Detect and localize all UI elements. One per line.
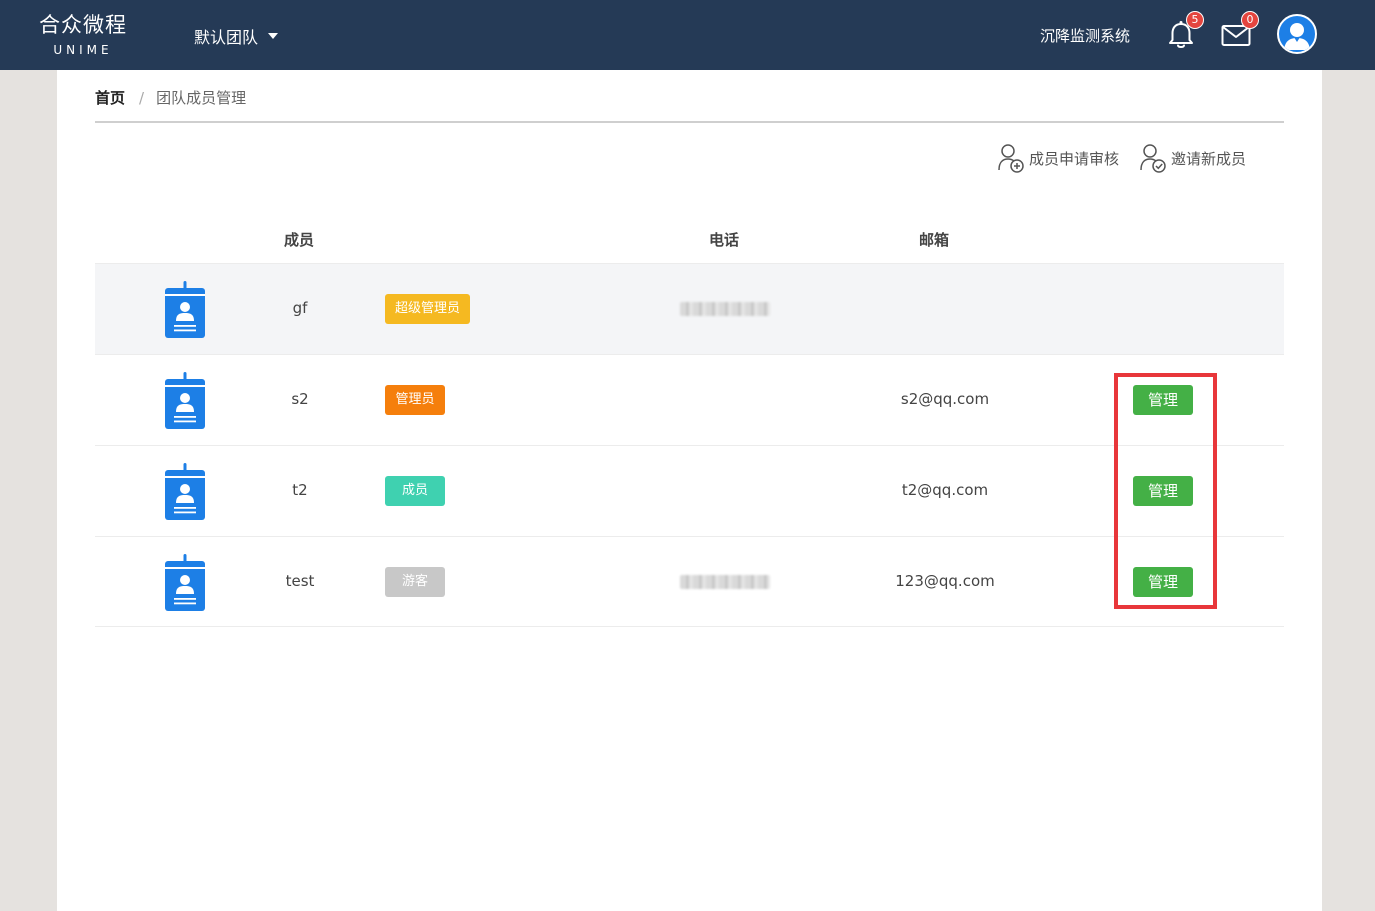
role-badge: 超级管理员 [385,294,471,324]
id-card-icon [165,463,205,520]
role-badge: 成员 [385,476,445,506]
members-table: 成员 电话 邮箱 gf 超级管理员 s2 管理员 s2@qq.com 管理 t2… [95,218,1284,627]
member-email: t2@qq.com [901,481,989,499]
main-panel: 首页 / 团队成员管理 成员申请审核 邀请新成员 成员 电话 邮箱 gf 超级管… [57,70,1322,911]
id-card-icon [165,372,205,429]
team-dropdown-label: 默认团队 [194,28,259,47]
breadcrumb-home[interactable]: 首页 [95,87,125,108]
messages-badge: 0 [1241,11,1259,29]
toolbar-actions: 成员申请审核 邀请新成员 [997,142,1246,174]
phone-redacted [680,575,770,589]
messages-button[interactable]: 0 [1219,11,1259,52]
breadcrumb: 首页 / 团队成员管理 [95,87,246,108]
manage-button[interactable]: 管理 [1133,385,1193,415]
logo[interactable]: 合众微程 UNIME [38,13,128,57]
member-review-button[interactable]: 成员申请审核 [997,142,1119,174]
table-row: test 游客 123@qq.com 管理 [95,536,1284,627]
table-row: gf 超级管理员 [95,263,1284,354]
logo-english: UNIME [53,43,113,57]
user-icon [1284,23,1310,50]
table-row: s2 管理员 s2@qq.com 管理 [95,354,1284,445]
breadcrumb-separator: / [139,88,145,107]
id-card-icon [165,281,205,338]
member-review-label: 成员申请审核 [1028,149,1119,168]
caret-down-icon [268,33,279,39]
member-email: s2@qq.com [900,390,990,408]
invite-member-button[interactable]: 邀请新成员 [1139,142,1246,174]
notifications-button[interactable]: 5 [1164,11,1204,52]
role-badge: 管理员 [385,385,445,415]
manage-button[interactable]: 管理 [1133,567,1193,597]
top-navbar: 合众微程 UNIME 默认团队 沉降监测系统 5 0 [0,0,1375,70]
id-card-icon [165,554,205,611]
member-name: gf [292,299,308,317]
user-check-icon [1140,144,1166,173]
member-name: t2 [292,481,308,499]
logo-chinese: 合众微程 [39,13,127,37]
member-name: test [285,572,315,590]
system-link[interactable]: 沉降监测系统 [1040,25,1130,46]
notifications-badge: 5 [1186,11,1204,29]
manage-button[interactable]: 管理 [1133,476,1193,506]
column-header-member: 成员 [284,231,315,249]
column-header-email: 邮箱 [919,231,950,249]
header-divider [95,121,1284,123]
team-dropdown[interactable]: 默认团队 [194,24,279,48]
member-email: 123@qq.com [895,572,995,590]
column-header-phone: 电话 [709,231,740,249]
invite-member-label: 邀请新成员 [1170,149,1246,168]
user-add-icon [998,144,1024,173]
member-name: s2 [291,390,309,408]
breadcrumb-current: 团队成员管理 [156,89,247,107]
user-avatar[interactable] [1277,14,1317,54]
phone-redacted [680,302,770,316]
table-row: t2 成员 t2@qq.com 管理 [95,445,1284,536]
role-badge: 游客 [385,567,445,597]
table-header: 成员 电话 邮箱 [95,218,1284,263]
